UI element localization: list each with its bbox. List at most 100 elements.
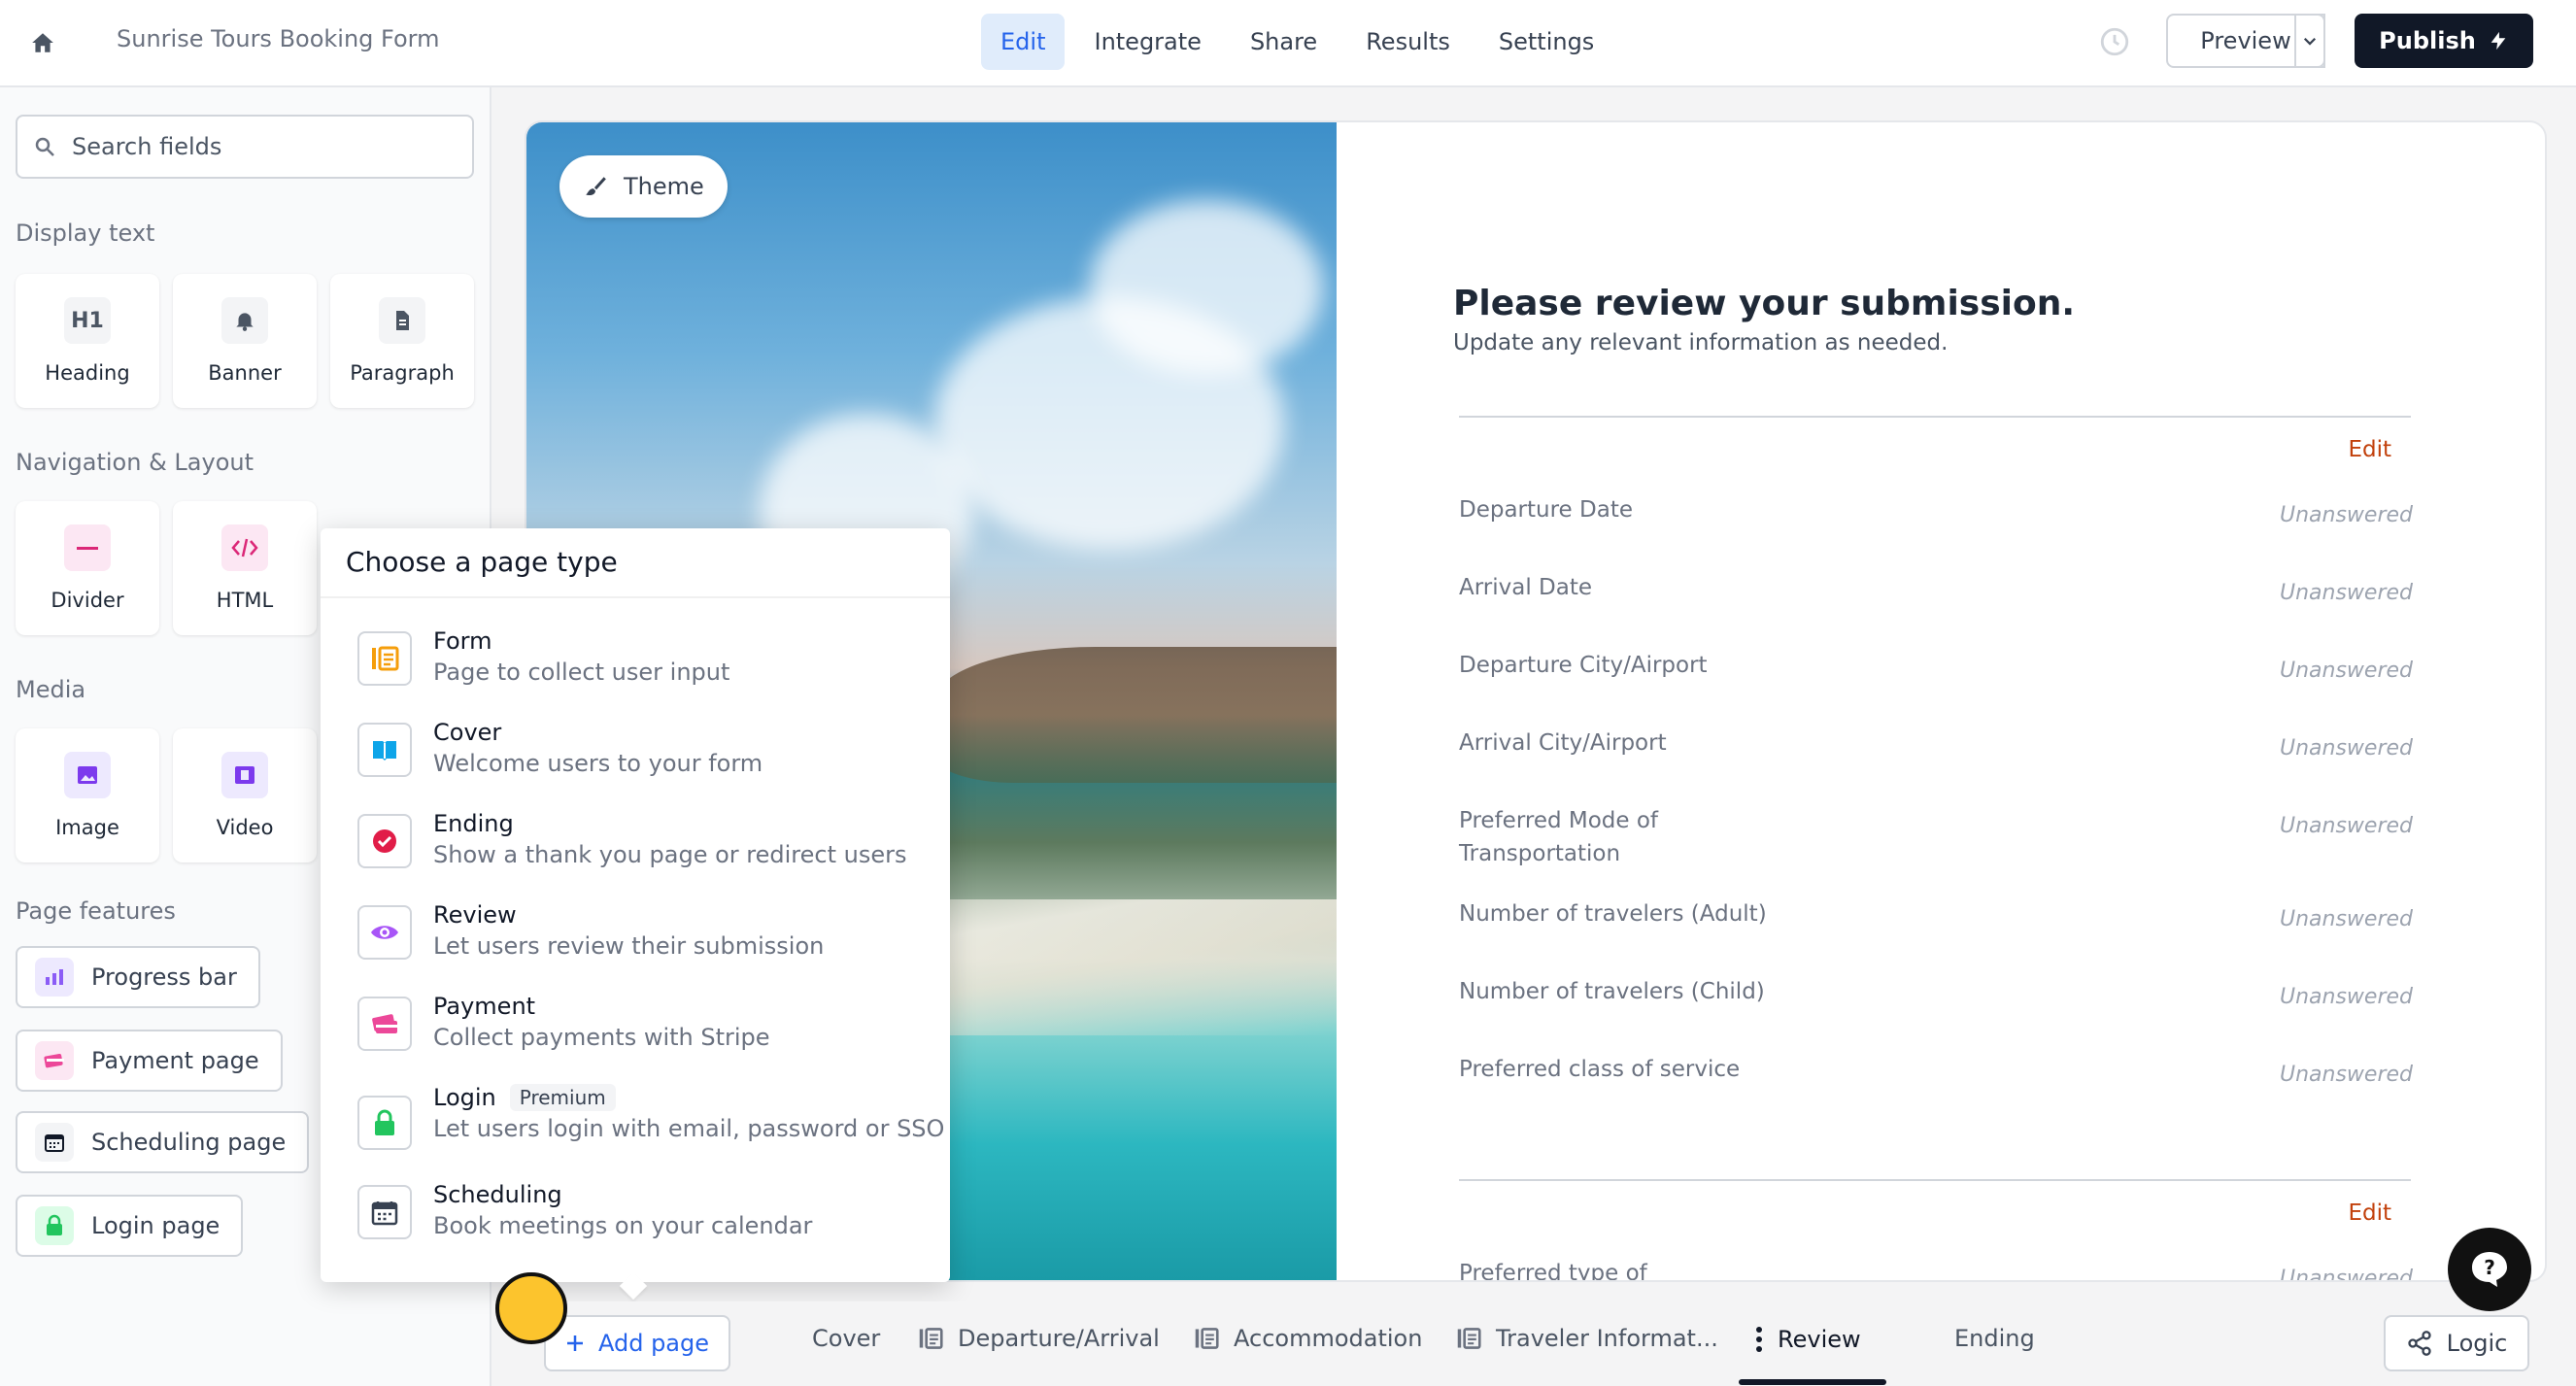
page-type-desc: Page to collect user input xyxy=(433,659,730,686)
publish-label: Publish xyxy=(2379,27,2476,54)
premium-badge: Premium xyxy=(509,1084,616,1111)
history-icon[interactable] xyxy=(2098,25,2133,60)
page-tab-cover[interactable]: Cover xyxy=(812,1325,880,1352)
page-type-ending[interactable]: Ending Show a thank you page or redirect … xyxy=(357,810,906,868)
payment-page-feature[interactable]: Payment page xyxy=(16,1030,283,1092)
page-tab-label: Cover xyxy=(812,1325,881,1352)
page-type-cover[interactable]: Cover Welcome users to your form xyxy=(357,719,763,777)
edit-section-link[interactable]: Edit xyxy=(2348,1200,2391,1226)
heading-icon: H1 xyxy=(64,297,111,344)
page-tab-review[interactable]: Review xyxy=(1754,1325,1861,1354)
lock-icon xyxy=(35,1206,74,1245)
banner-tile[interactable]: Banner xyxy=(173,274,317,408)
svg-text:?: ? xyxy=(2484,1256,2495,1279)
search-input[interactable] xyxy=(72,133,441,160)
display-text-label: Display text xyxy=(16,220,155,247)
page-type-desc: Collect payments with Stripe xyxy=(433,1024,770,1051)
scheduling-page-feature[interactable]: Scheduling page xyxy=(16,1111,310,1173)
section-divider xyxy=(1459,416,2411,418)
calendar-icon xyxy=(357,1185,412,1239)
page-tab-accommodation[interactable]: Accommodation xyxy=(1193,1325,1422,1352)
page-type-review[interactable]: Review Let users review their submission xyxy=(357,901,824,960)
page-type-scheduling[interactable]: Scheduling Book meetings on your calendar xyxy=(357,1181,812,1239)
page-type-desc: Show a thank you page or redirect users xyxy=(433,841,907,868)
review-subtitle[interactable]: Update any relevant information as neede… xyxy=(1453,330,1948,355)
document-icon xyxy=(379,297,425,344)
heading-tile[interactable]: H1 Heading xyxy=(16,274,159,408)
page-type-name: Ending xyxy=(433,810,514,837)
tab-integrate[interactable]: Integrate xyxy=(1074,14,1220,70)
nav-layout-label: Navigation & Layout xyxy=(16,449,254,476)
code-icon xyxy=(221,524,268,571)
tab-edit[interactable]: Edit xyxy=(981,14,1066,70)
help-button[interactable]: ? xyxy=(2448,1228,2531,1311)
page-tab-departure-arrival[interactable]: Departure/Arrival xyxy=(917,1325,1160,1352)
review-row-question: Number of travelers (Adult) xyxy=(1459,901,1767,927)
progress-bar-feature[interactable]: Progress bar xyxy=(16,946,260,1008)
more-vertical-icon[interactable] xyxy=(1754,1325,1764,1354)
edit-section-link[interactable]: Edit xyxy=(2348,437,2391,462)
credit-card-icon xyxy=(357,997,412,1051)
page-type-menu-title: Choose a page type xyxy=(346,546,618,578)
page-type-desc: Let users review their submission xyxy=(433,932,825,960)
page-tab-ending[interactable]: Ending xyxy=(1954,1325,2035,1352)
review-row-answer: Unanswered xyxy=(2279,1063,2413,1087)
nav-tabs: Edit Integrate Share Results Settings xyxy=(981,14,1613,70)
chevron-down-icon xyxy=(2303,37,2317,46)
paragraph-tile[interactable]: Paragraph xyxy=(330,274,474,408)
page-type-payment[interactable]: Payment Collect payments with Stripe xyxy=(357,993,770,1051)
progress-bar-label: Progress bar xyxy=(91,963,237,991)
publish-button[interactable]: Publish xyxy=(2355,14,2533,68)
book-icon xyxy=(357,723,412,777)
tab-settings[interactable]: Settings xyxy=(1479,14,1613,70)
divider-tile[interactable]: Divider xyxy=(16,501,159,635)
page-tab-label: Ending xyxy=(1954,1325,2035,1352)
video-tile-label: Video xyxy=(216,816,274,839)
home-icon[interactable] xyxy=(25,25,60,60)
page-tab-traveler-information[interactable]: Traveler Informat... xyxy=(1455,1325,1718,1352)
page-type-menu: Choose a page type Form Page to collect u… xyxy=(321,528,950,1282)
tab-results[interactable]: Results xyxy=(1346,14,1470,70)
video-tile[interactable]: Video xyxy=(173,728,317,862)
html-tile[interactable]: HTML xyxy=(173,501,317,635)
page-type-name: Login xyxy=(433,1084,496,1111)
credit-card-icon xyxy=(35,1041,74,1080)
tab-share[interactable]: Share xyxy=(1231,14,1337,70)
review-row-question: Arrival City/Airport xyxy=(1459,730,1667,756)
review-row-answer: Unanswered xyxy=(2279,985,2413,1009)
page-type-name-row: Login Premium xyxy=(433,1084,944,1111)
menu-divider xyxy=(321,596,950,598)
bell-icon xyxy=(221,297,268,344)
share-nodes-icon xyxy=(2407,1331,2431,1356)
preview-dropdown-button[interactable] xyxy=(2294,14,2325,68)
page-type-name: Cover xyxy=(433,719,502,746)
plus-icon xyxy=(566,1335,583,1351)
theme-button[interactable]: Theme xyxy=(559,155,728,218)
form-title[interactable]: Sunrise Tours Booking Form xyxy=(117,25,440,52)
section-divider xyxy=(1459,1179,2411,1181)
help-chat-icon: ? xyxy=(2472,1252,2507,1287)
page-tab-label: Review xyxy=(1778,1326,1861,1353)
review-row-answer: Unanswered xyxy=(2279,1267,2413,1282)
page-features-label: Page features xyxy=(16,897,176,925)
add-page-button[interactable]: Add page xyxy=(544,1315,730,1371)
search-box[interactable] xyxy=(16,115,474,179)
page-type-name: Review xyxy=(433,901,517,929)
page-type-form[interactable]: Form Page to collect user input xyxy=(357,627,729,686)
form-icon xyxy=(919,1328,943,1349)
logic-button[interactable]: Logic xyxy=(2384,1315,2529,1371)
html-tile-label: HTML xyxy=(216,589,274,612)
login-page-feature[interactable]: Login page xyxy=(16,1195,244,1257)
image-tile[interactable]: Image xyxy=(16,728,159,862)
page-type-name: Payment xyxy=(433,993,536,1020)
image-icon xyxy=(64,752,111,798)
page-tab-label: Traveler Informat... xyxy=(1496,1325,1718,1352)
review-row-question: Preferred Mode of Transportation xyxy=(1459,808,1659,866)
eye-icon xyxy=(357,905,412,960)
page-type-login[interactable]: Login Premium Let users login with email… xyxy=(357,1084,944,1150)
divider-icon xyxy=(64,524,111,571)
review-page: Please review your submission. Update an… xyxy=(1337,122,2545,1282)
review-row-answer: Unanswered xyxy=(2279,581,2413,605)
review-title[interactable]: Please review your submission. xyxy=(1453,284,2075,323)
review-row-question: Departure City/Airport xyxy=(1459,653,1708,678)
